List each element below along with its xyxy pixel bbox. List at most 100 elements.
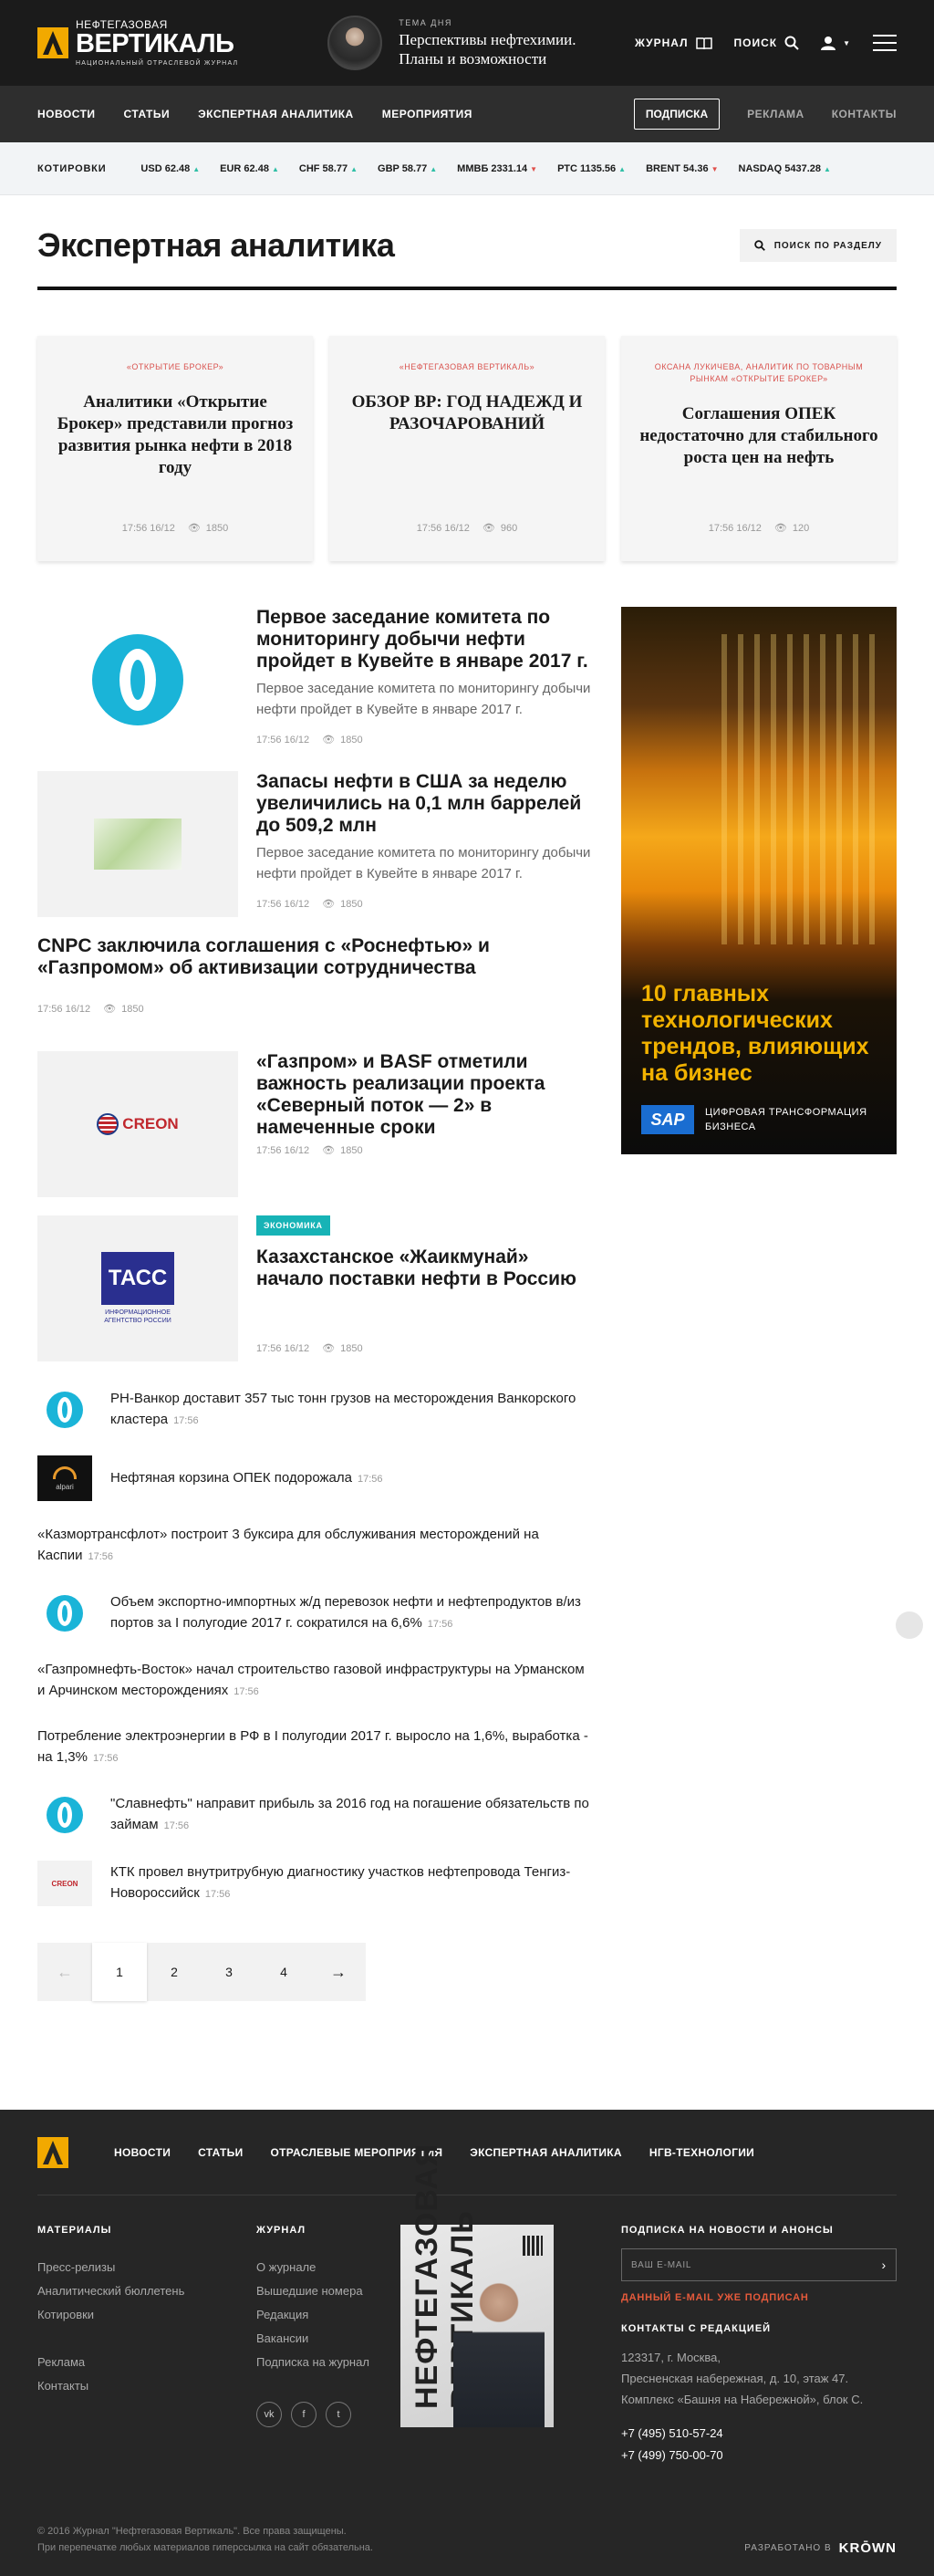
list-item-time: 17:56 bbox=[88, 1551, 113, 1562]
footer-link-subscribe[interactable]: Подписка на журнал bbox=[256, 2351, 402, 2374]
prev-page-button[interactable]: ← bbox=[37, 1943, 92, 2001]
footer-link-bulletin[interactable]: Аналитический бюллетень bbox=[37, 2279, 256, 2303]
featured-card[interactable]: «НЕФТЕГАЗОВАЯ ВЕРТИКАЛЬ» ОБЗОР BP: ГОД Н… bbox=[329, 336, 605, 561]
list-item[interactable]: «Казмортрансфлот» построит 3 буксира для… bbox=[37, 1524, 594, 1568]
topic-of-day[interactable]: ТЕМА ДНЯ Перспективы нефтехимии. Планы и… bbox=[327, 16, 576, 70]
list-item[interactable]: alpari Нефтяная корзина ОПЕК подорожала 1… bbox=[37, 1455, 594, 1501]
next-page-button[interactable]: → bbox=[311, 1943, 366, 2001]
footer-link-issues[interactable]: Вышедшие номера bbox=[256, 2279, 402, 2303]
article-item[interactable]: CREON «Газпром» и BASF отметили важность… bbox=[37, 1051, 594, 1197]
ad-background-image bbox=[721, 634, 877, 944]
footer-nav-ngv[interactable]: НГВ-ТЕХНОЛОГИИ bbox=[649, 2146, 754, 2159]
site-logo[interactable]: НЕФТЕГАЗОВАЯ ВЕРТИКАЛЬ НАЦИОНАЛЬНЫЙ ОТРА… bbox=[37, 19, 238, 67]
article-lead: Первое заседание комитета по мониторингу… bbox=[256, 681, 591, 717]
footer-link-quotes[interactable]: Котировки bbox=[37, 2303, 256, 2327]
nav-articles[interactable]: СТАТЬИ bbox=[124, 108, 171, 120]
eye-icon: 👁 bbox=[187, 523, 201, 534]
page-button-1[interactable]: 1 bbox=[92, 1943, 147, 2001]
twitter-icon[interactable]: t bbox=[326, 2402, 351, 2427]
footer-link-contacts[interactable]: Контакты bbox=[37, 2374, 256, 2398]
footer-link-vacancies[interactable]: Вакансии bbox=[256, 2327, 402, 2351]
list-item[interactable]: «Газпромнефть-Восток» начал строительств… bbox=[37, 1659, 594, 1703]
developer-link[interactable]: РАЗРАБОТАНО В KRŌWN bbox=[744, 2540, 897, 2556]
book-icon bbox=[695, 37, 712, 49]
search-link[interactable]: ПОИСК bbox=[734, 36, 800, 50]
subscribe-button[interactable]: ПОДПИСКА bbox=[633, 99, 721, 130]
list-thumbnail: CREON bbox=[37, 1861, 92, 1906]
article-views: 1850 bbox=[340, 1144, 363, 1156]
article-title[interactable]: Казахстанское «Жаикмунай» начало поставк… bbox=[256, 1246, 594, 1290]
featured-card[interactable]: ОКСАНА ЛУКИЧЕВА, АНАЛИТИК ПО ТОВАРНЫМ РЫ… bbox=[621, 336, 897, 561]
section-search-button[interactable]: ПОИСК ПО РАЗДЕЛУ bbox=[739, 229, 897, 262]
footer-nav-articles[interactable]: СТАТЬИ bbox=[198, 2146, 243, 2159]
burger-menu-icon[interactable] bbox=[873, 35, 897, 51]
page-button-2[interactable]: 2 bbox=[147, 1943, 202, 2001]
quote-rts[interactable]: РТС 1135.56 ▲ bbox=[557, 163, 626, 174]
footer-logo-icon[interactable] bbox=[37, 2136, 68, 2168]
footer-link-ads[interactable]: Реклама bbox=[37, 2351, 256, 2374]
address-line: 123317, г. Москва, bbox=[621, 2351, 721, 2364]
footer-nav-news[interactable]: НОВОСТИ bbox=[114, 2146, 171, 2159]
featured-card[interactable]: «ОТКРЫТИЕ БРОКЕР» Аналитики «Открытие Бр… bbox=[37, 336, 313, 561]
chevron-right-icon[interactable]: › bbox=[882, 2258, 887, 2272]
list-item[interactable]: РН-Ванкор доставит 357 тыс тонн грузов н… bbox=[37, 1387, 594, 1433]
article-item[interactable]: Первое заседание комитета по мониторингу… bbox=[37, 607, 594, 753]
ad-banner[interactable]: 10 главных технологических трендов, влия… bbox=[621, 607, 897, 1154]
list-item-text[interactable]: Нефтяная корзина ОПЕК подорожала bbox=[110, 1470, 352, 1486]
nav-ads[interactable]: РЕКЛАМА bbox=[747, 108, 804, 120]
phone-link[interactable]: +7 (499) 750-00-70 bbox=[621, 2445, 897, 2466]
user-menu[interactable]: ▼ bbox=[821, 36, 851, 50]
page-button-3[interactable]: 3 bbox=[202, 1943, 256, 2001]
article-item[interactable]: ТАСС ИНФОРМАЦИОННОЕ АГЕНТСТВО РОССИИ ЭКО… bbox=[37, 1215, 594, 1361]
footer-link-editorial[interactable]: Редакция bbox=[256, 2303, 402, 2327]
journal-link[interactable]: ЖУРНАЛ bbox=[635, 37, 712, 49]
list-item-text[interactable]: Потребление электроэнергии в РФ в I полу… bbox=[37, 1728, 588, 1765]
quote-eur[interactable]: EUR 62.48 ▲ bbox=[220, 163, 279, 174]
card-views: 960 bbox=[500, 522, 518, 534]
article-item[interactable]: Запасы нефти в США за неделю увеличились… bbox=[37, 771, 594, 917]
article-title[interactable]: Запасы нефти в США за неделю увеличились… bbox=[256, 771, 594, 837]
nav-news[interactable]: НОВОСТИ bbox=[37, 108, 96, 120]
list-item-time: 17:56 bbox=[163, 1820, 190, 1831]
quotes-title: КОТИРОВКИ bbox=[37, 163, 107, 174]
nav-contacts[interactable]: КОНТАКТЫ bbox=[832, 108, 897, 120]
list-item[interactable]: "Славнефть" направит прибыль за 2016 год… bbox=[37, 1792, 594, 1838]
footer-link-press[interactable]: Пресс-релизы bbox=[37, 2256, 256, 2279]
quote-micex[interactable]: ММВБ 2331.14 ▼ bbox=[457, 163, 537, 174]
nav-expert-analytics[interactable]: ЭКСПЕРТНАЯ АНАЛИТИКА bbox=[198, 108, 354, 120]
email-subscribe-field[interactable]: ВАШ E-MAIL › bbox=[621, 2248, 897, 2281]
footer-nav-analytics[interactable]: ЭКСПЕРТНАЯ АНАЛИТИКА bbox=[470, 2146, 622, 2159]
facebook-icon[interactable]: f bbox=[291, 2402, 317, 2427]
list-item[interactable]: Потребление электроэнергии в РФ в I полу… bbox=[37, 1726, 594, 1769]
quote-gbp[interactable]: GBP 58.77 ▲ bbox=[378, 163, 437, 174]
quote-nasdaq[interactable]: NASDAQ 5437.28 ▲ bbox=[739, 163, 831, 174]
page-button-4[interactable]: 4 bbox=[256, 1943, 311, 2001]
eye-icon: 👁 bbox=[482, 523, 495, 534]
magazine-cover[interactable]: НЕФТЕГАЗОВАЯ ВЕРТИКАЛЬ bbox=[400, 2143, 554, 2427]
scroll-to-top-button[interactable] bbox=[896, 1611, 923, 1639]
copyright-text: © 2016 Журнал "Нефтегазовая Вертикаль". … bbox=[37, 2526, 347, 2537]
list-item[interactable]: Объем экспортно-импортных ж/д перевозок … bbox=[37, 1590, 594, 1636]
list-item-text[interactable]: «Газпромнефть-Восток» начал строительств… bbox=[37, 1662, 585, 1698]
article-views: 1850 bbox=[340, 734, 363, 746]
list-item-text[interactable]: КТК провел внутритрубную диагностику уча… bbox=[110, 1864, 570, 1901]
list-item-text[interactable]: Объем экспортно-импортных ж/д перевозок … bbox=[110, 1594, 581, 1631]
creon-logo-small: CREON bbox=[51, 1879, 78, 1888]
article-title[interactable]: «Газпром» и BASF отметили важность реали… bbox=[256, 1051, 594, 1139]
category-badge[interactable]: ЭКОНОМИКА bbox=[256, 1215, 330, 1236]
phone-link[interactable]: +7 (495) 510-57-24 bbox=[621, 2423, 897, 2445]
vk-icon[interactable]: vk bbox=[256, 2402, 282, 2427]
article-title[interactable]: CNPC заключила соглашения с «Роснефтью» … bbox=[37, 935, 594, 979]
article-title[interactable]: Первое заседание комитета по мониторингу… bbox=[256, 607, 594, 673]
nav-events[interactable]: МЕРОПРИЯТИЯ bbox=[382, 108, 472, 120]
article-item[interactable]: CNPC заключила соглашения с «Роснефтью» … bbox=[37, 935, 594, 1015]
footer-link-about[interactable]: О журнале bbox=[256, 2256, 402, 2279]
list-item-time: 17:56 bbox=[357, 1473, 383, 1485]
quote-brent[interactable]: BRENT 54.36 ▼ bbox=[646, 163, 718, 174]
list-item[interactable]: CREON КТК провел внутритрубную диагности… bbox=[37, 1861, 594, 1906]
article-views: 1850 bbox=[340, 898, 363, 910]
quote-usd[interactable]: USD 62.48 ▲ bbox=[140, 163, 200, 174]
tass-subtitle: ИНФОРМАЦИОННОЕ АГЕНТСТВО РОССИИ bbox=[104, 1309, 171, 1324]
logo-big-text: ВЕРТИКАЛЬ bbox=[76, 29, 234, 58]
quote-chf[interactable]: CHF 58.77 ▲ bbox=[299, 163, 358, 174]
